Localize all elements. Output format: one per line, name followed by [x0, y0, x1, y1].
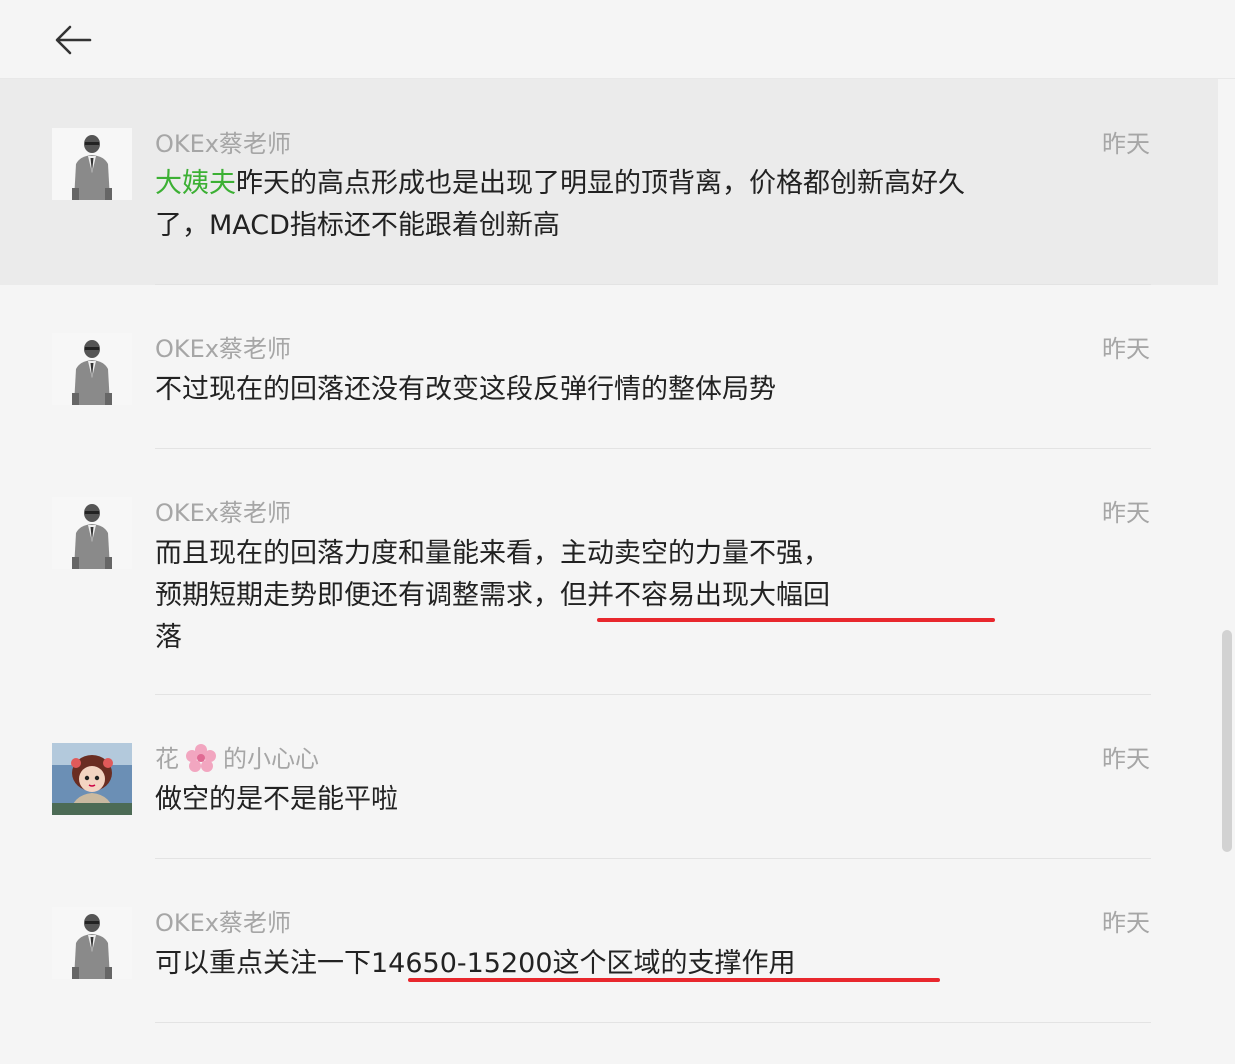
avatar[interactable]: [52, 743, 132, 815]
avatar[interactable]: [52, 907, 132, 979]
comment-line: 落: [155, 622, 182, 653]
comment-time: 昨天: [1102, 335, 1150, 363]
avatar[interactable]: [52, 333, 132, 405]
comment-text: 不过现在的回落还没有改变这段反弹行情的整体局势: [155, 374, 776, 405]
comment-text: 大姨夫昨天的高点形成也是出现了明显的顶背离，价格都创新高好久了，MACD指标还不…: [155, 163, 985, 247]
comment-author[interactable]: OKEx蔡老师: [155, 493, 291, 528]
user-avatar-image: [52, 907, 132, 979]
author-name-part: 花: [155, 745, 179, 773]
comment-author[interactable]: OKEx蔡老师: [155, 124, 291, 159]
arrow-left-icon: [55, 25, 92, 55]
comment-item[interactable]: OKEx蔡老师 昨天 可以重点关注一下14650-15200这个区域的支撑作用: [0, 859, 1218, 1023]
comment-time: 昨天: [1102, 130, 1150, 158]
avatar[interactable]: [52, 497, 132, 569]
comment-text: 而且现在的回落力度和量能来看，主动卖空的力量不强， 预期短期走势即便还有调整需求…: [155, 533, 985, 659]
avatar[interactable]: [52, 128, 132, 200]
comment-item[interactable]: 花 的小心心 昨天 做空的是不是能平啦: [0, 695, 1218, 859]
comment-author[interactable]: OKEx蔡老师: [155, 903, 291, 938]
user-avatar-image: [52, 333, 132, 405]
message-list[interactable]: OKEx蔡老师 昨天 大姨夫昨天的高点形成也是出现了明显的顶背离，价格都创新高好…: [0, 79, 1218, 1023]
scrollbar-thumb[interactable]: [1222, 630, 1232, 852]
comment-time: 昨天: [1102, 745, 1150, 773]
comment-body: 昨天的高点形成也是出现了明显的顶背离，价格都创新高好久了，MACD指标还不能跟着…: [155, 168, 965, 241]
user-avatar-image: [52, 128, 132, 200]
comment-item[interactable]: OKEx蔡老师 昨天 不过现在的回落还没有改变这段反弹行情的整体局势: [0, 285, 1218, 449]
author-name-part: 的小心心: [223, 745, 319, 773]
red-underline-annotation: [408, 978, 940, 982]
user-avatar-image: [52, 743, 132, 815]
divider: [155, 1022, 1151, 1023]
flower-emoji-icon: [186, 744, 216, 772]
comment-line: 而且现在的回落力度和量能来看，主动卖空的力量不强，: [155, 538, 830, 569]
comment-time: 昨天: [1102, 499, 1150, 527]
comment-author[interactable]: OKEx蔡老师: [155, 329, 291, 364]
red-underline-annotation: [597, 618, 995, 622]
comment-text: 做空的是不是能平啦: [155, 784, 398, 815]
mention-link[interactable]: 大姨夫: [155, 168, 236, 199]
comment-item[interactable]: OKEx蔡老师 昨天 而且现在的回落力度和量能来看，主动卖空的力量不强， 预期短…: [0, 449, 1218, 695]
comment-line: 预期短期走势即便还有调整需求，但并不容易出现大幅回: [155, 580, 830, 611]
top-bar: [0, 0, 1235, 79]
comment-author[interactable]: 花 的小心心: [155, 739, 319, 774]
user-avatar-image: [52, 497, 132, 569]
comment-item[interactable]: OKEx蔡老师 昨天 大姨夫昨天的高点形成也是出现了明显的顶背离，价格都创新高好…: [0, 79, 1218, 285]
back-button[interactable]: [48, 18, 98, 62]
comment-time: 昨天: [1102, 909, 1150, 937]
